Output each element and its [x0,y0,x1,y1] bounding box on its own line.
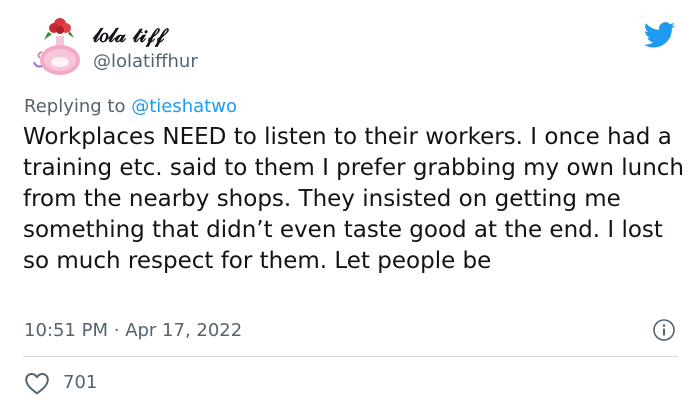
reply-mention-link[interactable]: @tieshatwo [131,96,237,117]
display-name[interactable]: 𝓁𝑜𝓁𝒶 𝓉𝒾𝒻𝒻 [93,22,164,48]
perfume-bottle-avatar [33,18,80,75]
tweet-time: 10:51 PM [24,320,108,341]
tweet-date: Apr 17, 2022 [125,320,243,341]
replying-prefix: Replying to [24,96,126,117]
avatar[interactable] [22,14,86,78]
like-button[interactable]: 701 [24,370,97,396]
heart-icon [25,373,49,395]
tweet-text: Workplaces NEED to listen to their worke… [23,124,684,274]
tweet-timestamp[interactable]: 10:51 PM · Apr 17, 2022 [24,319,242,343]
twitter-bird-icon[interactable] [643,22,676,48]
divider [23,356,678,357]
meta-separator: · [113,320,120,341]
replying-to: Replying to @tieshatwo [24,95,237,119]
like-count: 701 [63,372,98,393]
handle[interactable]: @lolatiffhur [93,50,198,74]
info-icon[interactable] [652,318,676,342]
